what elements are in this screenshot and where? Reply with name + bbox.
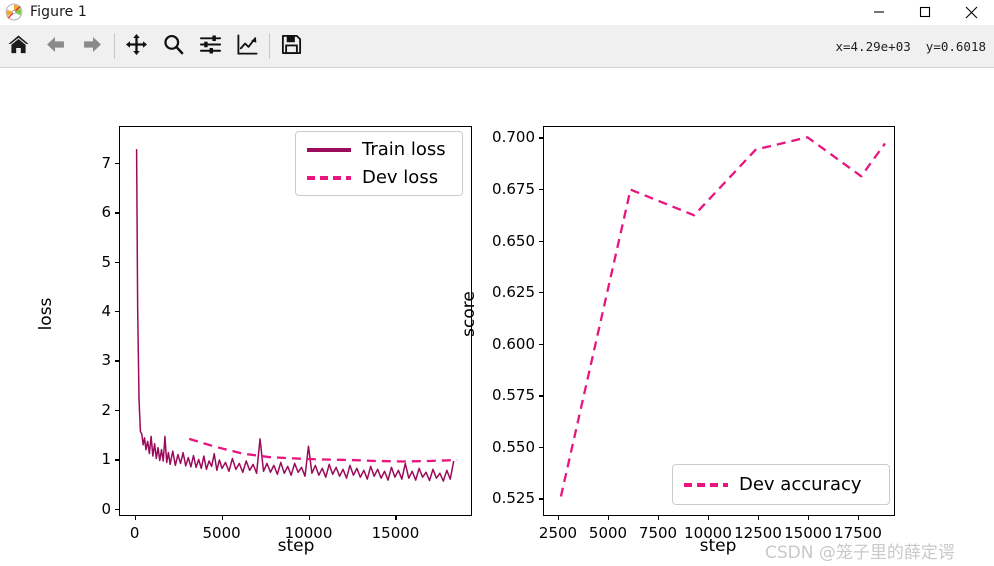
edit-curve-icon: [236, 33, 259, 60]
x-tickmark: [708, 516, 710, 520]
loss-chart-legend[interactable]: Train loss Dev loss: [295, 131, 463, 196]
x-tickmark: [221, 516, 223, 520]
series-line-dev-loss: [189, 439, 457, 462]
y-tick-label: 0.650: [492, 231, 535, 250]
y-tickmark: [115, 261, 119, 264]
loss-chart-ylabel: loss: [36, 297, 56, 331]
close-button[interactable]: [948, 0, 994, 25]
home-icon: [7, 33, 30, 60]
x-tickmark: [758, 516, 760, 520]
y-tickmark: [115, 409, 119, 412]
y-tick-label: 2: [101, 400, 111, 419]
y-tickmark: [539, 498, 543, 500]
matplotlib-figure-window: Figure 1 x=4.29e+03 y=0.6018 0 1 2 3 4 5…: [0, 0, 994, 566]
accuracy-chart-axes[interactable]: [543, 126, 895, 516]
y-tick-label: 0.675: [492, 179, 535, 198]
y-tickmark: [539, 446, 543, 449]
legend-item-dev-loss: Dev loss: [307, 167, 451, 188]
x-tick-label: 0: [129, 524, 140, 542]
edit-parameters-button[interactable]: [229, 26, 266, 67]
legend-label-train-loss: Train loss: [362, 139, 446, 160]
y-tick-label: 0.575: [492, 386, 535, 405]
y-tick-label: 7: [101, 154, 111, 173]
x-tickmark: [395, 516, 397, 520]
x-tickmark: [558, 516, 560, 520]
x-tickmark: [658, 516, 660, 520]
dev-accuracy-swatch: [684, 482, 728, 487]
x-tick-label: 5000: [588, 524, 628, 542]
accuracy-chart-legend[interactable]: Dev accuracy: [672, 464, 890, 505]
y-tick-label: 0.525: [492, 489, 535, 508]
y-tickmark: [539, 343, 543, 345]
y-tick-label: 0: [101, 499, 111, 518]
series-line-train-loss: [137, 149, 454, 481]
toolbar-divider-1: [114, 33, 115, 59]
legend-label-dev-loss: Dev loss: [362, 167, 439, 188]
y-tickmark: [539, 137, 543, 139]
home-button[interactable]: [0, 26, 37, 67]
csdn-watermark: CSDN @笼子里的薛定谔: [765, 543, 955, 563]
forward-button[interactable]: [74, 26, 111, 67]
pan-button[interactable]: [118, 26, 155, 67]
series-line-dev-accuracy: [561, 137, 885, 496]
dev-loss-swatch: [307, 175, 351, 180]
zoom-magnifier-icon: [162, 33, 185, 60]
maximize-button[interactable]: [902, 0, 948, 25]
legend-item-train-loss: Train loss: [307, 139, 451, 160]
subplot-sliders-icon: [199, 33, 222, 60]
save-button[interactable]: [273, 26, 310, 67]
navigation-toolbar: x=4.29e+03 y=0.6018: [0, 25, 994, 68]
y-tickmark: [115, 459, 119, 461]
y-tickmark: [115, 360, 119, 362]
accuracy-chart-ylabel: score: [459, 291, 479, 337]
y-tickmark: [115, 163, 119, 165]
train-loss-swatch: [307, 147, 351, 152]
figure-canvas: 0 1 2 3 4 5 6 7 0 5000 10000 15000 loss step Train …: [0, 68, 994, 566]
save-floppy-icon: [280, 33, 303, 60]
x-tickmark: [808, 516, 810, 520]
x-tickmark: [608, 516, 610, 520]
zoom-button[interactable]: [155, 26, 192, 67]
x-tickmark: [858, 516, 860, 520]
y-tickmark: [539, 188, 543, 191]
x-tick-label: 5000: [202, 524, 241, 542]
y-tickmark: [115, 508, 119, 510]
configure-subplots-button[interactable]: [192, 26, 229, 67]
forward-arrow-icon: [81, 33, 104, 60]
y-tickmark: [539, 395, 543, 397]
y-tickmark: [539, 240, 543, 242]
back-button[interactable]: [37, 26, 74, 67]
minimize-button[interactable]: [856, 0, 902, 25]
y-tickmark: [115, 311, 119, 313]
accuracy-chart-xlabel: step: [699, 536, 737, 556]
accuracy-chart-plot-area: [544, 127, 894, 515]
matplotlib-logo-icon: [5, 3, 23, 21]
legend-item-dev-accuracy: Dev accuracy: [684, 474, 878, 495]
back-arrow-icon: [44, 33, 67, 60]
window-controls: [856, 0, 994, 25]
window-title-bar: Figure 1: [0, 0, 994, 25]
y-tick-label: 0.700: [492, 128, 535, 147]
y-tick-label: 0.550: [492, 437, 535, 456]
legend-label-dev-accuracy: Dev accuracy: [739, 474, 862, 495]
x-tick-label: 2500: [538, 524, 578, 542]
y-tickmark: [539, 292, 543, 294]
y-tick-label: 1: [101, 450, 111, 469]
toolbar-divider-2: [269, 33, 270, 59]
x-tickmark: [308, 516, 310, 520]
y-tickmark: [115, 212, 119, 214]
y-tick-label: 6: [101, 203, 111, 222]
window-title: Figure 1: [30, 4, 87, 20]
x-tick-label: 7500: [638, 524, 678, 542]
x-tick-label: 15000: [371, 524, 420, 542]
pan-move-icon: [125, 33, 148, 60]
cursor-coordinates: x=4.29e+03 y=0.6018: [835, 38, 986, 54]
loss-chart-xlabel: step: [277, 536, 315, 556]
x-tickmark: [134, 516, 136, 520]
